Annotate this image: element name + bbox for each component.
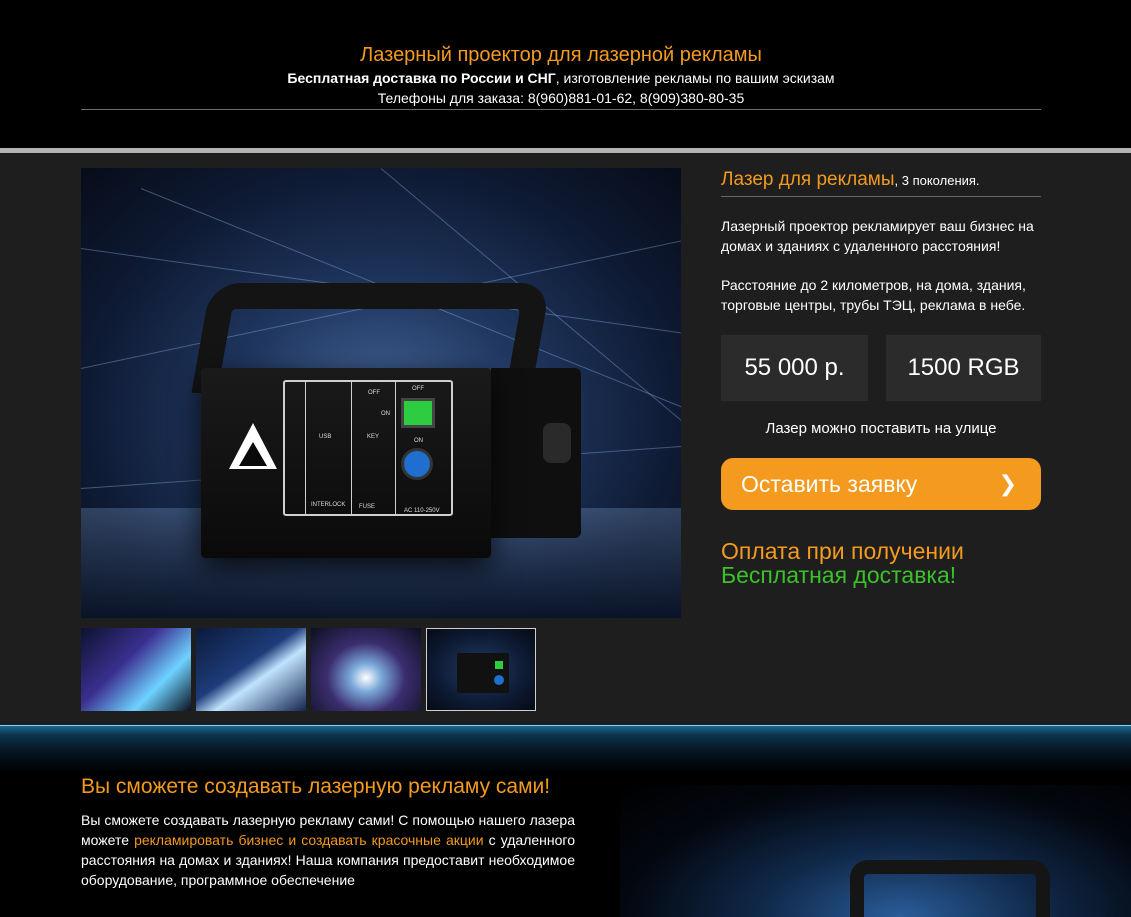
model-box: 1500 RGB [886,335,1041,401]
free-delivery-note: Бесплатная доставка! [721,562,957,588]
feature-title: Вы сможете создавать лазерную рекламу са… [81,775,551,798]
product-info: Лазер для рекламы, 3 поколения. Лазерный… [721,168,1041,587]
site-title: Лазерный проектор для лазерной рекламы [360,44,762,66]
header-divider [81,109,1041,110]
delivery-bold: Бесплатная доставка по России и СНГ [287,70,556,86]
header-content: Лазерный проектор для лазерной рекламы Б… [81,42,1041,110]
product-description: Лазерный проектор рекламирует ваш бизнес… [721,218,1034,254]
payment-note: Оплата при получении [721,538,964,564]
device-knob [543,423,571,463]
product-main-image: USB OFF ON KEY OFF ON INTERLOCK FUSE AC … [81,168,681,618]
street-note: Лазер можно поставить на улице [765,420,997,437]
power-switch [401,398,435,428]
fuse-label: FUSE [359,504,376,510]
product-title: Лазер для рекламы, 3 поколения. [721,168,1041,197]
power-connector [401,448,433,480]
delivery-info: Бесплатная доставка по России и СНГ, изг… [81,69,1041,87]
order-phones: Телефоны для заказа: 8(960)881-01-62, 8(… [377,90,745,106]
switch-on-label: ON [414,438,423,444]
order-button-label: Оставить заявку [741,471,918,497]
switch-off-label: OFF [412,386,424,392]
chevron-right-icon: ❯ [998,471,1017,496]
thumbnail-2[interactable] [196,628,306,711]
section-glow [0,725,1131,773]
key-on-label: ON [381,411,390,417]
feature-device-handle [850,860,1050,917]
order-button[interactable]: Оставить заявку ❯ [721,458,1041,510]
interlock-label: INTERLOCK [311,502,346,508]
product-generation: , 3 поколения. [894,173,980,188]
thumbnail-4[interactable] [426,628,536,711]
feature-text: Вы сможете создавать лазерную рекламу са… [81,812,575,888]
spec-boxes: 55 000 р. 1500 RGB [721,335,1041,401]
site-header: Лазерный проектор для лазерной рекламы Б… [0,0,1131,148]
product-section: USB OFF ON KEY OFF ON INTERLOCK FUSE AC … [0,153,1131,725]
feature-section: Вы сможете создавать лазерную рекламу са… [0,725,1131,917]
thumbnail-3[interactable] [311,628,421,711]
key-label: KEY [367,434,380,440]
key-off-label: OFF [368,390,380,396]
thumbnail-1[interactable] [81,628,191,711]
delivery-rest: , изготовление рекламы по вашим эскизам [555,70,835,86]
feature-text-block: Вы сможете создавать лазерную рекламу са… [81,775,575,890]
ac-label: AC 110-250V [404,508,440,514]
price-box: 55 000 р. [721,335,868,401]
product-distance: Расстояние до 2 километров, на дома, зда… [721,277,1026,313]
feature-highlight: рекламировать бизнес и создавать красочн… [134,832,484,848]
usb-label: USB [319,434,332,440]
